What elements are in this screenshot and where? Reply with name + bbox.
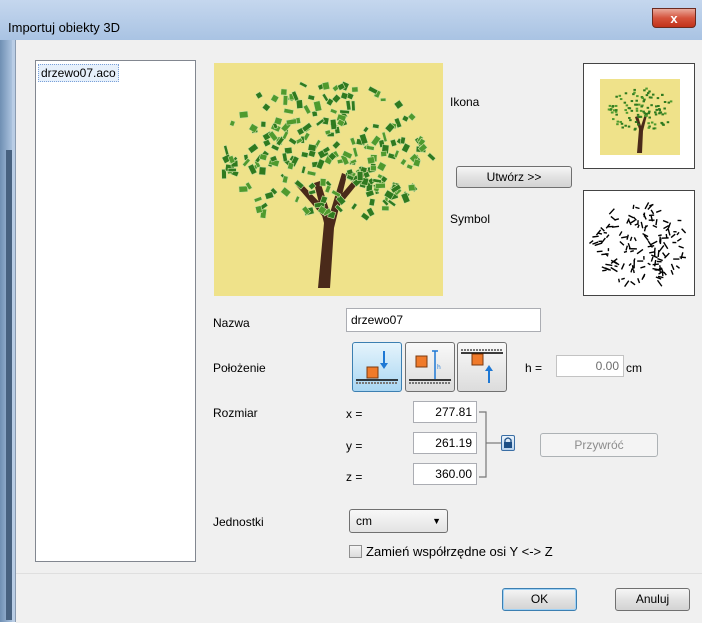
name-input[interactable]: drzewo07: [346, 308, 541, 332]
svg-text:h: h: [437, 364, 441, 371]
x-label: x =: [346, 407, 362, 421]
position-label: Położenie: [213, 361, 266, 375]
dialog-client-area: drzewo07.aco Ikona Utwórz >> Symbol: [15, 40, 702, 622]
icon-thumbnail-bg: [600, 79, 680, 155]
swap-axes-checkbox[interactable]: [349, 545, 362, 558]
close-icon: x: [670, 11, 677, 26]
size-x-input[interactable]: 277.81: [413, 401, 477, 423]
file-list[interactable]: drzewo07.aco: [35, 60, 196, 562]
dialog-title: Importuj obiekty 3D: [8, 20, 120, 35]
tree-preview-image: [214, 63, 443, 296]
above-floor-icon: h: [406, 343, 454, 391]
file-list-item[interactable]: drzewo07.aco: [38, 64, 119, 82]
ok-button[interactable]: OK: [502, 588, 577, 611]
create-button[interactable]: Utwórz >>: [456, 166, 572, 188]
tree-symbol: [584, 191, 694, 295]
chevron-down-icon: ▼: [432, 510, 441, 532]
h-input[interactable]: 0.00: [556, 355, 624, 377]
under-ceiling-icon: [458, 343, 506, 391]
restore-button[interactable]: Przywróć: [540, 433, 658, 457]
units-select-value: cm: [356, 514, 372, 528]
size-z-input[interactable]: 360.00: [413, 463, 477, 485]
close-button[interactable]: x: [652, 8, 696, 28]
y-label: y =: [346, 439, 362, 453]
position-above-floor-button[interactable]: h: [405, 342, 455, 392]
window-frame-shadow: [6, 150, 12, 620]
size-label: Rozmiar: [213, 406, 258, 420]
dialog-footer: OK Anuluj: [16, 573, 702, 623]
units-select[interactable]: cm ▼: [349, 509, 448, 533]
h-label: h =: [525, 361, 542, 375]
cancel-button[interactable]: Anuluj: [615, 588, 690, 611]
on-floor-icon: [353, 343, 401, 391]
lock-proportions-button[interactable]: [501, 435, 515, 451]
position-on-floor-button[interactable]: [352, 342, 402, 392]
icon-thumbnail: [583, 63, 695, 169]
icon-label: Ikona: [450, 95, 479, 109]
dialog-window: Importuj obiekty 3D x drzewo07.aco Ikona: [0, 0, 702, 622]
h-unit-label: cm: [626, 361, 642, 375]
z-label: z =: [346, 470, 362, 484]
symbol-thumbnail: [583, 190, 695, 296]
symbol-label: Symbol: [450, 212, 490, 226]
name-label: Nazwa: [213, 316, 250, 330]
model-preview: [214, 63, 443, 296]
position-under-ceiling-button[interactable]: [457, 342, 507, 392]
title-bar[interactable]: Importuj obiekty 3D x: [0, 0, 702, 40]
lock-icon: [502, 436, 514, 450]
swap-axes-label: Zamień współrzędne osi Y <-> Z: [366, 544, 553, 559]
tree-icon: [600, 79, 680, 155]
size-y-input[interactable]: 261.19: [413, 432, 477, 454]
units-label: Jednostki: [213, 515, 264, 529]
